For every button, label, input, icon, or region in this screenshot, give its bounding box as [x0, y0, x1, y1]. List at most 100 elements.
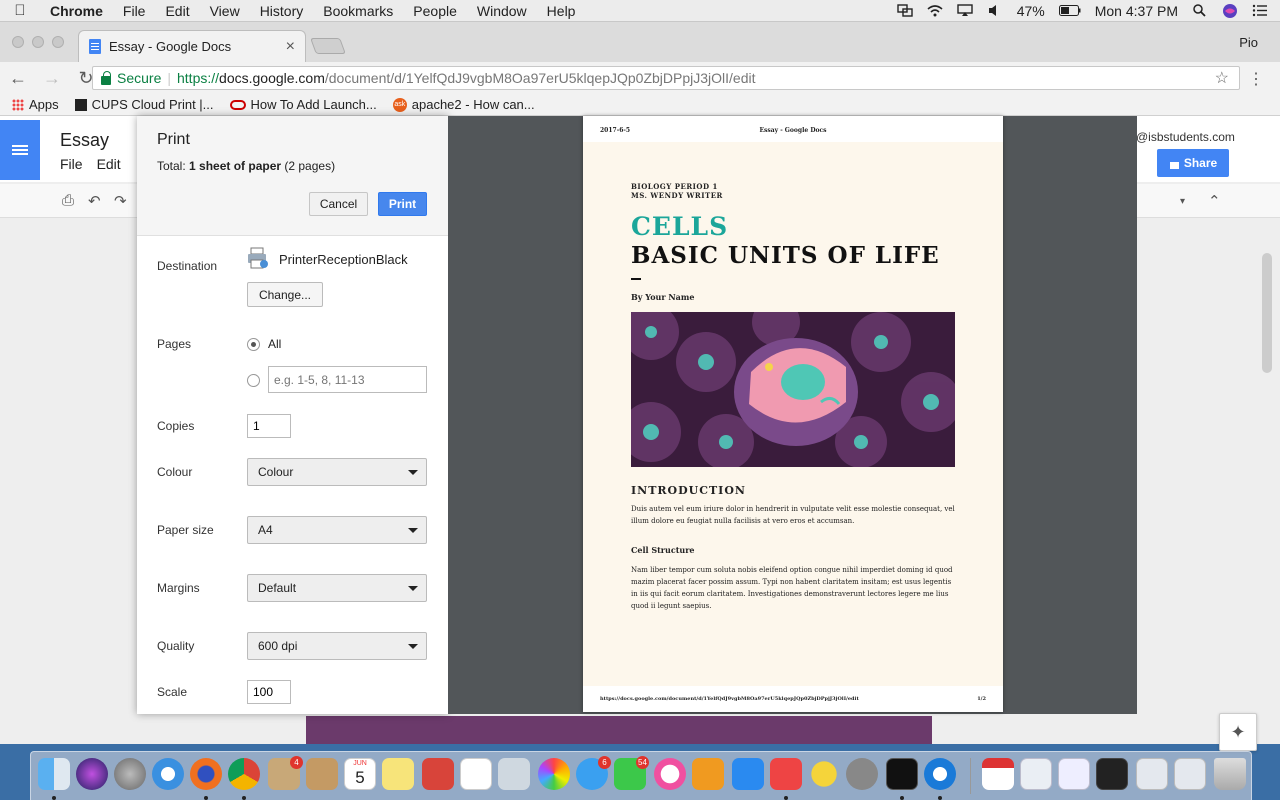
menu-file[interactable]: File: [113, 3, 156, 19]
app-store-icon[interactable]: [732, 758, 764, 790]
collapse-menu-icon[interactable]: ⌃: [1208, 192, 1221, 210]
tab-close-icon[interactable]: ×: [286, 38, 295, 56]
bookmark-label: CUPS Cloud Print |...: [91, 97, 214, 112]
menu-window[interactable]: Window: [467, 3, 537, 19]
scrollbar[interactable]: [1262, 253, 1272, 373]
profile-name[interactable]: Pio: [1239, 35, 1258, 50]
todoist-icon[interactable]: [422, 758, 454, 790]
pages-range-input[interactable]: [268, 366, 427, 393]
battery-icon[interactable]: [1058, 5, 1081, 16]
docs-menu-file[interactable]: File: [60, 156, 83, 172]
print-settings-panel: Print Total: 1 sheet of paper (2 pages) …: [137, 116, 448, 714]
bookmark-label: Apps: [29, 97, 59, 112]
copies-input[interactable]: [247, 414, 291, 438]
doc-subheading: BASIC UNITS OF LIFE: [631, 242, 940, 269]
menu-edit[interactable]: Edit: [155, 3, 199, 19]
terminal-icon[interactable]: [886, 758, 918, 790]
bookmark-apache[interactable]: ask apache2 - How can...: [392, 97, 535, 112]
bookmark-launch[interactable]: How To Add Launch...: [229, 97, 377, 112]
quality-select[interactable]: 600 dpi: [247, 632, 427, 660]
account-email[interactable]: @isbstudents.com: [1136, 130, 1235, 144]
print-icon[interactable]: ⎙: [62, 192, 74, 209]
docs-menu: File Edit: [60, 156, 121, 172]
running-indicator: [52, 796, 56, 800]
menu-people[interactable]: People: [403, 3, 467, 19]
pages-all-label: All: [268, 337, 282, 351]
folder-stack-icon[interactable]: [1174, 758, 1206, 790]
paper-size-select[interactable]: A4: [247, 516, 427, 544]
document-thumbnail-icon[interactable]: [1020, 758, 1052, 790]
screen-mirror-icon[interactable]: [897, 4, 913, 17]
menu-view[interactable]: View: [200, 3, 250, 19]
menu-help[interactable]: Help: [537, 3, 586, 19]
total-pages: (2 pages): [281, 159, 336, 173]
notes-icon[interactable]: [382, 758, 414, 790]
menu-bookmarks[interactable]: Bookmarks: [313, 3, 403, 19]
document-stack-icon[interactable]: [1058, 758, 1090, 790]
launchpad-icon[interactable]: [114, 758, 146, 790]
contacts-icon[interactable]: [306, 758, 338, 790]
teamviewer-icon[interactable]: [924, 758, 956, 790]
margins-select[interactable]: Default: [247, 574, 427, 602]
siri-icon[interactable]: [76, 758, 108, 790]
photo-booth-icon[interactable]: [770, 758, 802, 790]
menubar-clock[interactable]: Mon 4:37 PM: [1095, 3, 1178, 19]
close-window-button[interactable]: [12, 36, 24, 48]
tab-essay[interactable]: Essay - Google Docs ×: [78, 30, 306, 62]
apple-menu-icon[interactable]: : [0, 2, 40, 19]
print-preview: 2017-6-5 Essay - Google Docs BIOLOGY PER…: [448, 116, 1137, 714]
forward-arrow-icon[interactable]: →: [42, 68, 62, 89]
safari-icon[interactable]: [152, 758, 184, 790]
menu-app[interactable]: Chrome: [40, 3, 113, 19]
change-destination-button[interactable]: Change...: [247, 282, 323, 307]
photos-icon[interactable]: [538, 758, 570, 790]
bookmark-star-icon[interactable]: ☆: [1215, 68, 1229, 88]
wifi-icon[interactable]: [927, 4, 943, 17]
scale-input[interactable]: [247, 680, 291, 704]
cancel-button[interactable]: Cancel: [309, 192, 368, 216]
undo-icon[interactable]: ↶: [88, 192, 101, 210]
spotlight-search-icon[interactable]: [1192, 4, 1208, 17]
menu-history[interactable]: History: [250, 3, 314, 19]
dock: 4 JUN 5 6 54: [30, 751, 1252, 800]
screenshot-stack-icon[interactable]: [1096, 758, 1128, 790]
preview-app-icon[interactable]: [498, 758, 530, 790]
bookmark-cups[interactable]: CUPS Cloud Print |...: [74, 97, 214, 112]
minimize-window-button[interactable]: [32, 36, 44, 48]
airplay-icon[interactable]: [957, 4, 973, 17]
notification-center-icon[interactable]: [1252, 4, 1268, 17]
redo-icon[interactable]: ↷: [114, 192, 127, 210]
reminders-icon[interactable]: [460, 758, 492, 790]
firefox-icon[interactable]: [190, 758, 222, 790]
docs-menu-edit[interactable]: Edit: [97, 156, 121, 172]
docs-home-icon[interactable]: [0, 120, 40, 180]
ibooks-icon[interactable]: [692, 758, 724, 790]
new-tab-button[interactable]: [310, 38, 346, 54]
downloads-stack-icon[interactable]: [1136, 758, 1168, 790]
explore-icon[interactable]: ✦: [1219, 713, 1257, 751]
chevron-down-icon[interactable]: ▾: [1180, 196, 1185, 207]
pdf-file-icon[interactable]: [982, 758, 1014, 790]
volume-icon[interactable]: [987, 4, 1003, 17]
back-arrow-icon[interactable]: ←: [8, 68, 28, 89]
share-button[interactable]: Share: [1157, 149, 1229, 177]
print-button[interactable]: Print: [378, 192, 427, 216]
bookmark-apps[interactable]: Apps: [12, 97, 59, 112]
itunes-icon[interactable]: [654, 758, 686, 790]
docs-title[interactable]: Essay: [60, 130, 109, 151]
zoom-window-button[interactable]: [52, 36, 64, 48]
calendar-icon[interactable]: JUN 5: [344, 758, 376, 790]
chrome-menu-icon[interactable]: ⋮: [1248, 69, 1264, 89]
system-preferences-icon[interactable]: [846, 758, 878, 790]
colour-select[interactable]: Colour: [247, 458, 427, 486]
pages-all-radio[interactable]: [247, 338, 260, 351]
chrome-icon[interactable]: [228, 758, 260, 790]
pages-custom-radio[interactable]: [247, 374, 260, 387]
address-bar[interactable]: Secure | https://docs.google.com/documen…: [92, 66, 1240, 90]
finder-icon[interactable]: [38, 758, 70, 790]
browser-toolbar: ← → ↻ Secure | https://docs.google.com/d…: [0, 62, 1280, 94]
pages-label: Pages: [157, 337, 192, 351]
cyberduck-icon[interactable]: [808, 758, 840, 790]
trash-icon[interactable]: [1214, 758, 1246, 790]
siri-icon[interactable]: [1222, 3, 1238, 19]
